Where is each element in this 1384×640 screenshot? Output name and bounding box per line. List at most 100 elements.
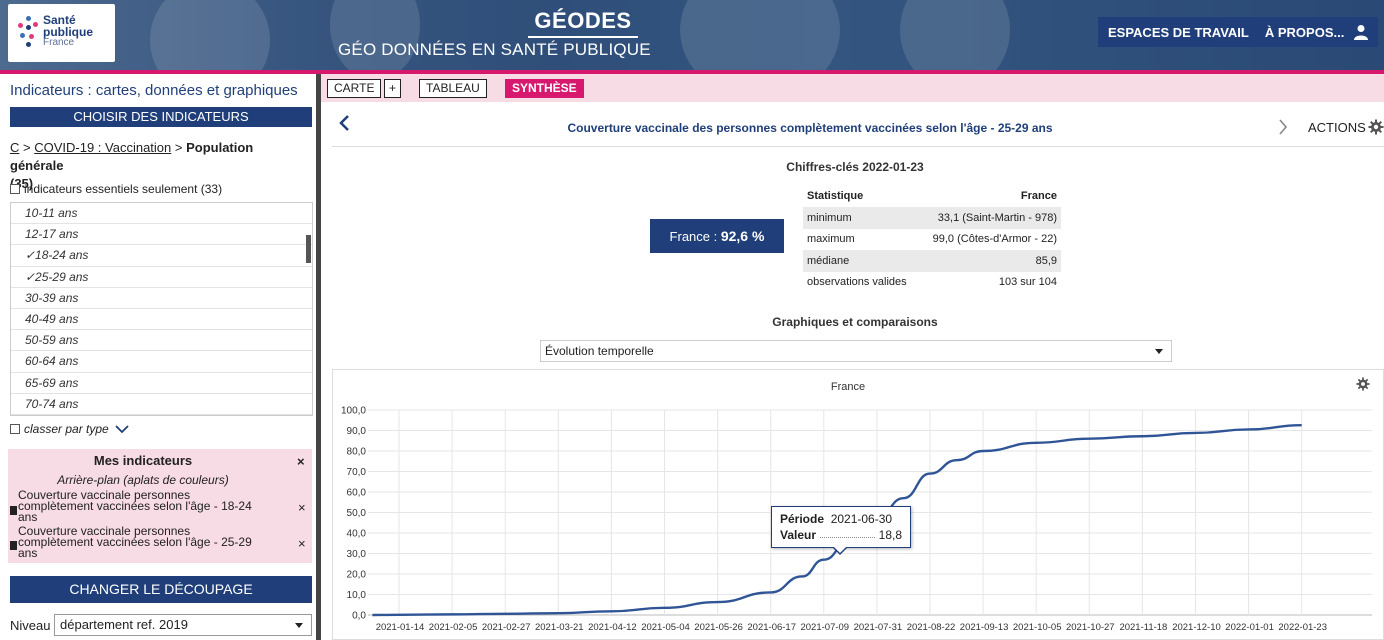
stats-header-row: Statistique France xyxy=(803,185,1061,207)
x-tick-label: 2021-05-26 xyxy=(694,622,743,633)
age-item[interactable]: 70-74 ans xyxy=(11,394,312,415)
niveau-select[interactable]: département ref. 2019 xyxy=(54,614,312,636)
breadcrumb-sep: > xyxy=(19,140,35,155)
document-icon xyxy=(10,541,17,550)
y-tick-label: 50,0 xyxy=(347,508,367,519)
checkbox-box[interactable] xyxy=(10,184,20,194)
x-tick-label: 2021-05-04 xyxy=(641,622,690,633)
chart-tooltip: Période 2021-06-30 Valeur 18,8 xyxy=(771,506,911,548)
x-tick-label: 2021-06-17 xyxy=(747,622,796,633)
breadcrumb-root-link[interactable]: C xyxy=(10,140,19,155)
remove-indicator-icon[interactable]: × xyxy=(298,500,306,515)
my-indicator-item[interactable]: Couverture vaccinale personnes complètem… xyxy=(18,489,273,523)
stat-value: 33,1 (Saint-Martin - 978) xyxy=(918,207,1061,229)
x-tick-label: 2021-11-18 xyxy=(1119,622,1167,633)
checkbox-box[interactable] xyxy=(10,424,20,434)
age-group-list: 10-11 ans 12-17 ans ✓18-24 ans ✓25-29 an… xyxy=(10,202,313,416)
sante-publique-logo[interactable]: Santé publique France xyxy=(8,4,115,62)
stats-col-header: France xyxy=(1020,190,1057,202)
tab-tableau[interactable]: TABLEAU xyxy=(419,79,487,98)
age-list-scrollbar[interactable] xyxy=(306,235,311,263)
age-item[interactable]: ✓18-24 ans xyxy=(11,245,312,267)
tab-carte[interactable]: CARTE xyxy=(327,79,382,98)
age-item[interactable]: ✓25-29 ans xyxy=(11,267,312,288)
age-item[interactable]: 12-17 ans xyxy=(11,224,312,246)
stat-label: minimum xyxy=(803,207,919,229)
age-item[interactable]: 40-49 ans xyxy=(11,309,312,331)
choose-indicators-button[interactable]: CHOISIR DES INDICATEURS xyxy=(10,107,312,127)
gear-icon[interactable] xyxy=(1368,119,1384,135)
y-tick-label: 20,0 xyxy=(347,570,367,581)
y-tick-label: 70,0 xyxy=(347,467,367,478)
graph-type-value: Évolution temporelle xyxy=(545,344,654,358)
sidebar-title: Indicateurs : cartes, données et graphiq… xyxy=(10,82,298,99)
dropdown-caret-icon xyxy=(1155,349,1163,354)
my-indicators-subtitle: Arrière-plan (aplats de couleurs) xyxy=(57,473,229,487)
graphs-title: Graphiques et comparaisons xyxy=(772,315,938,329)
france-value-badge: France : 92,6 % xyxy=(650,219,784,253)
change-geography-button[interactable]: CHANGER LE DÉCOUPAGE GÉOGRAPHIQUE xyxy=(10,576,312,624)
y-tick-label: 90,0 xyxy=(347,426,367,437)
age-item[interactable]: 60-64 ans xyxy=(11,351,312,373)
my-indicator-item[interactable]: Couverture vaccinale personnes complètem… xyxy=(18,525,273,559)
france-label: France : xyxy=(669,229,721,244)
tab-add-map[interactable]: + xyxy=(384,79,402,98)
chevron-left-icon[interactable] xyxy=(338,114,350,132)
indicator-line: complètement vaccinées selon l'âge - 18-… xyxy=(18,499,252,513)
document-icon xyxy=(10,506,17,515)
logo-dots-icon xyxy=(18,16,38,50)
indicator-title: Couverture vaccinale des personnes compl… xyxy=(567,121,1053,135)
graph-type-select[interactable]: Évolution temporelle xyxy=(540,340,1172,362)
user-icon[interactable] xyxy=(1354,24,1368,40)
chart-settings-gear-icon[interactable] xyxy=(1356,377,1370,391)
indicator-line: complètement vaccinées selon l'âge - 25-… xyxy=(18,535,252,549)
age-item[interactable]: 10-11 ans xyxy=(11,203,312,225)
title-divider xyxy=(332,146,1384,147)
line-chart: France 0,0 10,0 20,0 30,0 40,0 50,0 60,0 70,0 80,… xyxy=(341,381,1372,633)
close-icon[interactable]: × xyxy=(297,454,305,469)
stats-col-header: Statistique xyxy=(807,190,864,202)
x-tick-label: 2021-02-27 xyxy=(482,622,531,633)
stat-value: 103 sur 104 xyxy=(998,276,1057,289)
site-subtitle: GÉO DONNÉES EN SANTÉ PUBLIQUE xyxy=(338,40,651,59)
nav-workspaces[interactable]: ESPACES DE TRAVAIL xyxy=(1108,25,1249,40)
table-row: observations valides 103 sur 104 xyxy=(803,272,1061,294)
age-item[interactable]: 65-69 ans xyxy=(11,373,312,394)
x-tick-label: 2021-07-09 xyxy=(800,622,849,633)
essential-indicators-checkbox[interactable]: indicateurs essentiels seulement (33) xyxy=(10,182,222,196)
x-tick-label: 2022-01-01 xyxy=(1225,622,1274,633)
essential-indicators-label: indicateurs essentiels seulement (33) xyxy=(24,182,223,196)
stat-label: médiane xyxy=(803,250,919,272)
table-row: maximum 99,0 (Côtes-d'Armor - 22) xyxy=(803,229,1061,251)
age-item[interactable]: 50-59 ans xyxy=(11,330,312,352)
stat-value: 85,9 xyxy=(918,250,1061,272)
remove-indicator-icon[interactable]: × xyxy=(298,536,306,551)
stat-value: 99,0 (Côtes-d'Armor - 22) xyxy=(932,233,1057,246)
france-value: 92,6 % xyxy=(720,228,765,244)
stats-table: Statistique France minimum 33,1 (Saint-M… xyxy=(803,185,1061,293)
panel-divider[interactable] xyxy=(316,74,321,640)
x-tick-label: 2021-01-14 xyxy=(376,622,425,633)
table-row: minimum 33,1 (Saint-Martin - 978) xyxy=(803,207,1061,229)
niveau-label: Niveau xyxy=(10,618,51,633)
age-item[interactable]: 30-39 ans xyxy=(11,288,312,309)
top-nav: ESPACES DE TRAVAIL À PROPOS... xyxy=(1098,17,1378,47)
dropdown-caret-icon xyxy=(295,623,303,628)
x-tick-label: 2021-08-22 xyxy=(907,622,956,633)
chevron-right-icon[interactable] xyxy=(1278,118,1288,136)
x-tick-label: 2021-02-05 xyxy=(429,622,478,633)
tab-synthese[interactable]: SYNTHÈSE xyxy=(505,79,584,98)
breadcrumb-sep: > xyxy=(171,140,187,155)
x-tick-label: 2022-01-23 xyxy=(1278,622,1327,633)
tooltip-period-label: Période xyxy=(780,512,825,526)
classer-par-type-checkbox[interactable]: classer par type xyxy=(10,422,129,436)
y-tick-label: 30,0 xyxy=(347,549,367,560)
niveau-value: département ref. 2019 xyxy=(60,617,188,632)
stat-label: observations valides xyxy=(807,276,907,289)
chevron-down-icon[interactable] xyxy=(115,424,129,434)
site-title[interactable]: GÉODES xyxy=(528,8,638,34)
x-tick-label: 2021-04-12 xyxy=(588,622,637,633)
breadcrumb-covid-link[interactable]: COVID-19 : Vaccination xyxy=(34,140,171,155)
actions-menu[interactable]: ACTIONS xyxy=(1308,120,1366,135)
nav-about[interactable]: À PROPOS... xyxy=(1265,25,1344,40)
